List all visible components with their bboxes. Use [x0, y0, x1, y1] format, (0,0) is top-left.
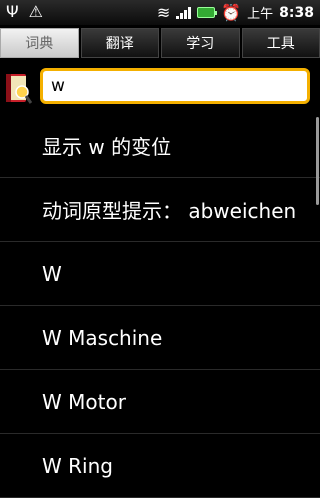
signal-icon [176, 7, 191, 19]
status-bar: Ψ ⚠ ≋ ⏰ 上午 8:38 [0, 0, 320, 25]
status-time: 8:38 [279, 5, 314, 21]
battery-charging-icon [197, 7, 215, 18]
list-item[interactable]: W [0, 242, 320, 306]
dictionary-book-icon[interactable] [4, 72, 32, 106]
search-input[interactable] [40, 68, 310, 104]
tab-translate[interactable]: 翻译 [81, 28, 160, 58]
warning-icon: ⚠ [29, 3, 43, 21]
results-list: 显示 w 的变位 动词原型提示： abweichen W W Maschine … [0, 114, 320, 498]
tab-bar: 词典 翻译 学习 工具 [0, 28, 320, 58]
search-row [0, 64, 320, 112]
list-item[interactable]: W Ring [0, 434, 320, 498]
tab-study[interactable]: 学习 [161, 28, 240, 58]
alarm-icon: ⏰ [221, 4, 241, 22]
wifi-icon: ≋ [157, 4, 170, 22]
result-verb-hint[interactable]: 动词原型提示： abweichen [0, 178, 320, 242]
usb-icon: Ψ [6, 3, 19, 21]
list-item[interactable]: W Maschine [0, 306, 320, 370]
scrollbar-thumb[interactable] [316, 117, 319, 205]
tab-tools[interactable]: 工具 [242, 28, 320, 58]
status-ampm: 上午 [247, 3, 273, 22]
tab-dictionary[interactable]: 词典 [0, 28, 79, 58]
result-conjugation[interactable]: 显示 w 的变位 [0, 114, 320, 178]
list-item[interactable]: W Motor [0, 370, 320, 434]
